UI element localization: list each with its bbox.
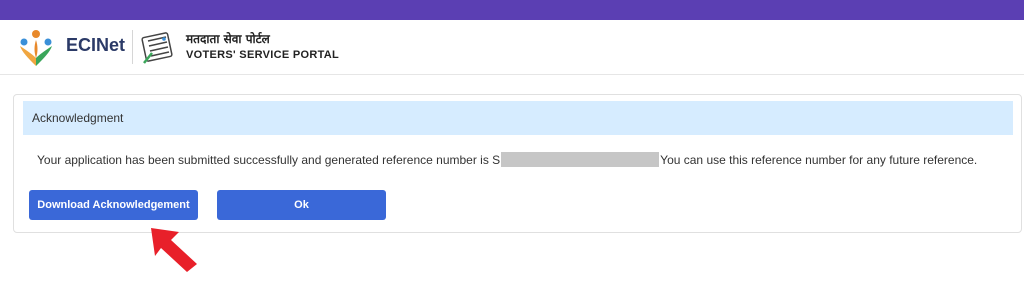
site-header: ECINet मतदाता सेवा पोर्टल VOTERS' SERVIC…	[0, 20, 1024, 75]
portal-title-hindi: मतदाता सेवा पोर्टल	[186, 32, 270, 46]
red-arrow-icon	[151, 228, 197, 272]
download-acknowledgement-button[interactable]: Download Acknowledgement	[29, 190, 198, 220]
header-divider	[132, 30, 133, 64]
ok-button[interactable]: Ok	[217, 190, 386, 220]
message-before: Your application has been submitted succ…	[37, 152, 501, 167]
acknowledgment-message: Your application has been submitted succ…	[37, 152, 1007, 167]
ecinet-logo-icon	[20, 30, 52, 66]
top-bar	[0, 0, 1024, 20]
acknowledgment-title: Acknowledgment	[32, 111, 124, 125]
acknowledgment-header: Acknowledgment	[23, 101, 1013, 135]
evm-logo-icon	[141, 32, 173, 64]
message-after: You can use this reference number for an…	[660, 152, 978, 167]
brand-name: ECINet	[66, 35, 126, 55]
reference-number-redacted	[501, 152, 660, 167]
portal-title-english: VOTERS' SERVICE PORTAL	[186, 49, 340, 61]
acknowledgment-card: Acknowledgment Your application has been…	[13, 94, 1022, 233]
